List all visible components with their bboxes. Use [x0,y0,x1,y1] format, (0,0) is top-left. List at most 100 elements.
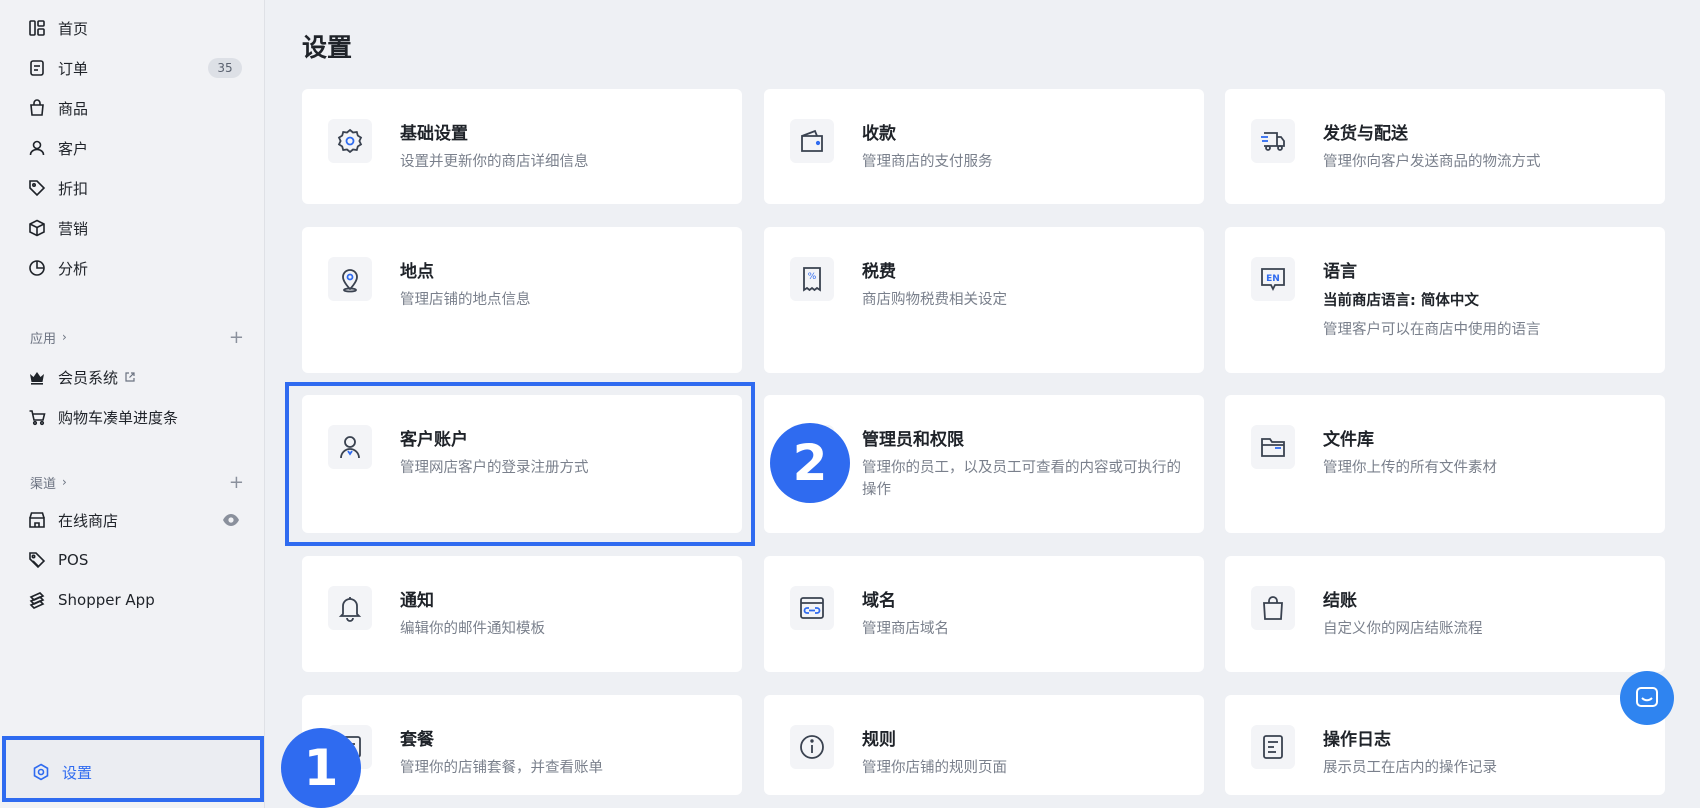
sidebar-item-marketing[interactable]: 营销 [10,211,250,245]
card-description: 管理你的员工，以及员工可查看的内容或可执行的操作 [862,460,1181,498]
sidebar-item-home[interactable]: 首页 [10,11,250,45]
current-language: 当前商店语言: 简体中文 [1323,293,1479,309]
page-title: 设置 [302,33,353,62]
card-description: 管理商店域名 [862,621,949,637]
add-app-button[interactable]: + [229,327,244,348]
card-description: 管理店铺的地点信息 [400,292,531,308]
card-title: 发货与配送 [1323,124,1408,144]
chevron-right-icon: › [62,475,67,489]
truck-icon [1251,119,1295,163]
svg-text:%: % [808,272,817,282]
cart-icon [28,408,46,426]
step-marker-1: 1 [281,728,361,808]
sidebar-item-label: 商品 [58,99,89,118]
card-description: 自定义你的网店结账流程 [1323,621,1483,637]
user-icon [28,139,46,157]
order-icon [28,59,46,77]
settings-card-policies[interactable]: 规则 管理你店铺的规则页面 [764,695,1204,795]
settings-card-plan[interactable]: 套餐 管理你的店铺套餐，并查看账单 [302,695,742,795]
settings-card-taxes[interactable]: % 税费 商店购物税费相关设定 [764,227,1204,373]
sidebar-item-customers[interactable]: 客户 [10,131,250,165]
sidebar-item-pos[interactable]: POS [10,543,250,577]
card-title: 操作日志 [1323,730,1391,750]
info-icon [790,725,834,769]
shopping-bag-icon [1251,586,1295,630]
store-icon [28,511,46,529]
settings-card-shipping[interactable]: 发货与配送 管理你向客户发送商品的物流方式 [1225,89,1665,204]
folder-icon [1251,425,1295,469]
sidebar-item-label: 订单 [58,59,89,78]
channels-section-header[interactable]: 渠道 › + [30,472,244,493]
settings-card-basic[interactable]: 基础设置 设置并更新你的商店详细信息 [302,89,742,204]
sidebar-item-label: 营销 [58,219,89,238]
sidebar-item-analytics[interactable]: 分析 [10,251,250,285]
sidebar-item-membership[interactable]: 会员系统 [10,360,250,394]
chevron-right-icon: › [62,330,67,344]
settings-card-files[interactable]: 文件库 管理你上传的所有文件素材 [1225,395,1665,533]
sidebar-item-label: 客户 [58,139,89,158]
sidebar-item-shopper-app[interactable]: Shopper App [10,583,250,617]
sidebar-item-discounts[interactable]: 折扣 [10,171,250,205]
card-title: 规则 [862,730,896,750]
sidebar-item-label: 在线商店 [58,511,119,530]
apps-section-title: 应用 [30,331,57,347]
channels-section-title: 渠道 [30,476,57,492]
card-description: 展示员工在店内的操作记录 [1323,760,1497,776]
settings-card-payments[interactable]: 收款 管理商店的支付服务 [764,89,1204,204]
settings-card-checkout[interactable]: 结账 自定义你的网店结账流程 [1225,556,1665,672]
tag-icon [28,179,46,197]
sidebar-item-label: 折扣 [58,179,89,198]
customer-account-highlight-box [285,382,755,546]
pos-tag-icon [28,551,46,569]
settings-card-notifications[interactable]: 通知 编辑你的邮件通知模板 [302,556,742,672]
sidebar-item-orders[interactable]: 订单 35 [10,51,250,85]
layers-icon [28,591,46,609]
box-icon [28,219,46,237]
card-title: 通知 [400,591,434,611]
settings-card-activity-log[interactable]: 操作日志 展示员工在店内的操作记录 [1225,695,1665,795]
card-description: 管理客户可以在商店中使用的语言 [1323,322,1541,338]
sidebar-item-label: 分析 [58,259,89,278]
gear-icon [328,119,372,163]
settings-card-domains[interactable]: 域名 管理商店域名 [764,556,1204,672]
card-description: 管理你向客户发送商品的物流方式 [1323,154,1541,170]
card-description: 设置并更新你的商店详细信息 [400,154,589,170]
sidebar-item-label: 购物车凑单进度条 [58,408,179,427]
card-title: 套餐 [400,730,434,750]
gear-icon [32,763,50,781]
bell-icon [328,586,372,630]
language-en-icon: EN [1251,257,1295,301]
card-description: 编辑你的邮件通知模板 [400,621,545,637]
chat-icon [1636,687,1658,707]
location-pin-icon [328,257,372,301]
chat-button[interactable] [1620,671,1674,725]
settings-card-locations[interactable]: 地点 管理店铺的地点信息 [302,227,742,373]
eye-icon[interactable] [222,512,240,528]
sidebar-item-cart-progress[interactable]: 购物车凑单进度条 [10,400,250,434]
dashboard-icon [28,19,46,37]
apps-section-header[interactable]: 应用 › + [30,327,244,348]
log-icon [1251,725,1295,769]
card-title: 域名 [862,591,896,611]
add-channel-button[interactable]: + [229,472,244,493]
external-link-icon [125,372,135,382]
card-description: 管理你上传的所有文件素材 [1323,460,1497,476]
card-description: 商店购物税费相关设定 [862,292,1007,308]
card-title: 税费 [862,262,896,282]
order-count-badge: 35 [208,58,242,78]
tax-receipt-icon: % [790,257,834,301]
sidebar-item-online-store[interactable]: 在线商店 [10,503,250,537]
card-title: 收款 [862,124,896,144]
crown-icon [28,368,46,386]
sidebar-item-label: POS [58,551,89,569]
sidebar-item-label: 设置 [62,763,93,782]
card-description: 管理商店的支付服务 [862,154,993,170]
sidebar-item-label: Shopper App [58,591,155,609]
sidebar-item-products[interactable]: 商品 [10,91,250,125]
card-title: 文件库 [1323,430,1374,450]
sidebar-item-label: 会员系统 [58,368,119,387]
wallet-icon [790,119,834,163]
settings-card-language[interactable]: EN 语言 当前商店语言: 简体中文 管理客户可以在商店中使用的语言 [1225,227,1665,373]
sidebar-item-settings[interactable]: 设置 [14,755,254,789]
product-bag-icon [28,99,46,117]
